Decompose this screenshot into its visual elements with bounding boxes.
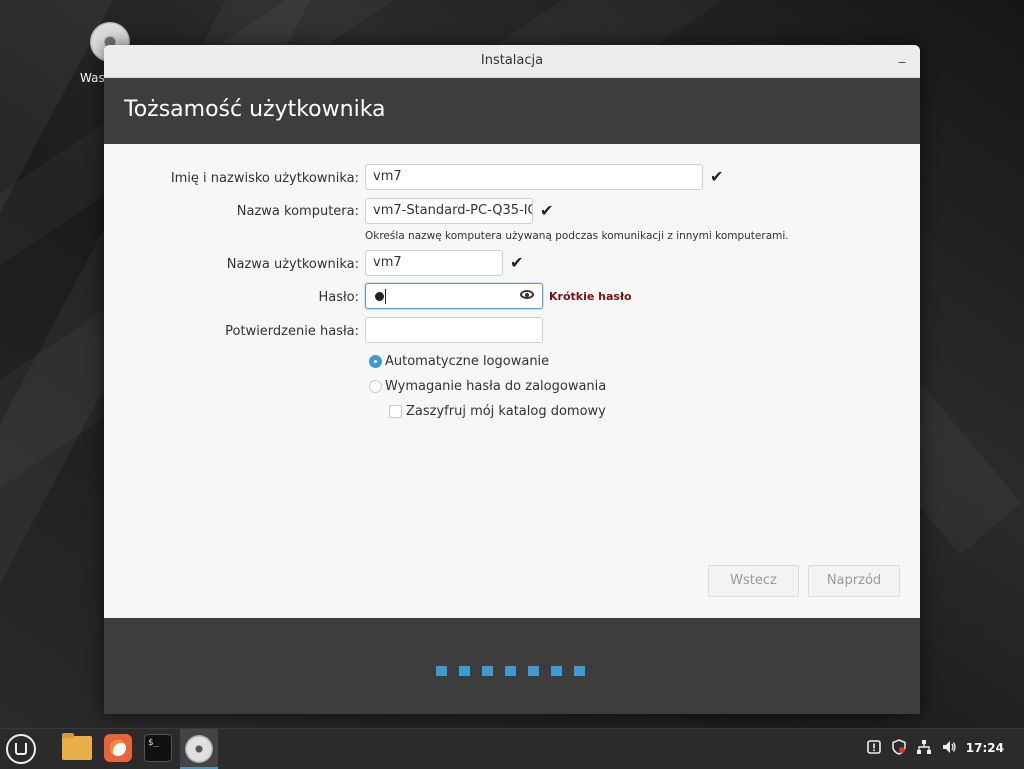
username-input[interactable]: vm7 — [365, 250, 503, 276]
confirm-password-input[interactable] — [365, 317, 543, 343]
identity-form: Imię i nazwisko użytkownika: vm7 ✔ Nazwa… — [104, 144, 920, 618]
encrypt-home-checkbox[interactable] — [389, 405, 402, 418]
minimize-button[interactable]: _ — [894, 49, 910, 69]
text-caret — [385, 289, 386, 304]
progress-step — [459, 666, 470, 676]
disc-icon — [185, 735, 213, 763]
firefox-icon[interactable] — [104, 734, 132, 762]
computer-name-input[interactable]: vm7-Standard-PC-Q35-IC — [365, 198, 533, 224]
file-manager-icon[interactable] — [62, 733, 92, 760]
window-titlebar[interactable]: Instalacja _ — [104, 45, 920, 78]
terminal-icon[interactable]: $_ — [144, 734, 172, 762]
password-strength-warning: Krótkie hasło — [549, 290, 632, 303]
installer-taskbar-button[interactable] — [180, 729, 218, 769]
step-progress — [436, 661, 597, 676]
taskbar: $_ 17:24 — [0, 728, 1024, 769]
full-name-label: Imię i nazwisko użytkownika: — [170, 171, 359, 186]
confirm-password-label: Potwierdzenie hasła: — [225, 324, 359, 339]
password-label: Hasło: — [318, 290, 359, 305]
require-password-label[interactable]: Wymaganie hasła do zalogowania — [385, 379, 606, 394]
progress-step — [482, 666, 493, 676]
page-header: Tożsamość użytkownika — [104, 78, 920, 145]
network-icon[interactable] — [916, 739, 932, 755]
auto-login-radio[interactable] — [369, 355, 382, 368]
shield-icon[interactable] — [891, 739, 907, 755]
full-name-input[interactable]: vm7 — [365, 164, 703, 190]
volume-icon[interactable] — [941, 739, 957, 755]
username-label: Nazwa użytkownika: — [226, 257, 359, 272]
password-input[interactable] — [365, 283, 543, 309]
progress-footer — [104, 618, 920, 714]
progress-step — [574, 666, 585, 676]
require-password-radio[interactable] — [369, 380, 382, 393]
encrypt-home-label[interactable]: Zaszyfruj mój katalog domowy — [406, 404, 606, 419]
progress-step — [528, 666, 539, 676]
computer-name-valid-icon: ✔ — [540, 201, 554, 220]
next-button[interactable]: Naprzód — [808, 565, 900, 597]
show-password-eye-icon[interactable] — [520, 290, 534, 299]
page-title: Tożsamość użytkownika — [124, 97, 386, 122]
progress-step — [436, 666, 447, 676]
update-icon[interactable] — [866, 739, 882, 755]
username-valid-icon: ✔ — [510, 253, 524, 272]
mint-menu-icon[interactable] — [6, 734, 36, 764]
clock[interactable]: 17:24 — [966, 741, 1004, 755]
progress-step — [505, 666, 516, 676]
full-name-valid-icon: ✔ — [710, 167, 724, 186]
installer-window: Instalacja _ Tożsamość użytkownika Imię … — [104, 45, 920, 714]
auto-login-label[interactable]: Automatyczne logowanie — [385, 354, 549, 369]
computer-name-hint: Określa nazwę komputera używaną podczas … — [365, 230, 789, 242]
computer-name-label: Nazwa komputera: — [236, 204, 359, 219]
password-char — [375, 292, 384, 301]
window-title: Instalacja — [480, 53, 544, 68]
progress-step — [551, 666, 562, 676]
back-button[interactable]: Wstecz — [708, 565, 799, 597]
